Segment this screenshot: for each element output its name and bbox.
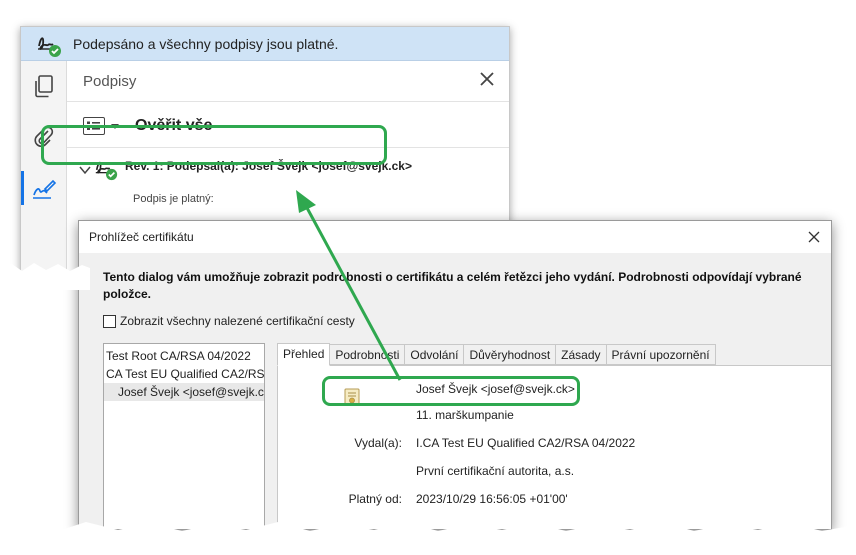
- close-icon[interactable]: [477, 69, 497, 89]
- tab-policies[interactable]: Zásady: [556, 344, 607, 365]
- dialog-title: Prohlížeč certifikátu: [89, 230, 194, 244]
- banner-text: Podepsáno a všechny podpisy jsou platné.: [73, 35, 339, 52]
- highlight-subject-name: [322, 376, 580, 406]
- tree-item-selected[interactable]: Josef Švejk <josef@svejk.ck>: [104, 383, 264, 401]
- dialog-description: Tento dialog vám umožňuje zobrazit podro…: [103, 270, 802, 301]
- signature-status-text: Podpis je platný:: [133, 193, 214, 205]
- dialog-titlebar: Prohlížeč certifikátu: [79, 221, 831, 253]
- panel-title: Podpisy: [83, 73, 137, 90]
- close-icon[interactable]: [805, 228, 823, 246]
- signature-pen-icon[interactable]: [21, 171, 57, 205]
- issuer-label: Vydal(a):: [354, 436, 402, 450]
- tab-legal-notice[interactable]: Právní upozornění: [606, 344, 716, 365]
- valid-signature-icon: [35, 30, 63, 58]
- tab-summary[interactable]: Přehled: [277, 343, 331, 366]
- subject-organization: 11. marškumpanie: [416, 408, 514, 422]
- tab-details[interactable]: Podrobnosti: [330, 344, 406, 365]
- torn-edge: [0, 263, 90, 290]
- torn-edge: [0, 522, 856, 555]
- divider: [67, 101, 509, 102]
- tab-revocation[interactable]: Odvolání: [405, 344, 465, 365]
- tab-bar: Přehled Podrobnosti Odvolání Důvěryhodno…: [277, 343, 716, 366]
- tree-item[interactable]: CA Test EU Qualified CA2/RSA: [104, 365, 264, 383]
- signature-status-banner: Podepsáno a všechny podpisy jsou platné.: [21, 27, 509, 61]
- pages-icon[interactable]: [31, 73, 57, 99]
- issuer-name: I.CA Test EU Qualified CA2/RSA 04/2022: [416, 436, 636, 450]
- tab-trust[interactable]: Důvěryhodnost: [464, 344, 557, 365]
- issuer-organization: První certifikační autorita, a.s.: [416, 464, 575, 478]
- show-all-paths-option[interactable]: Zobrazit všechny nalezené certifikační c…: [103, 314, 355, 328]
- certificate-viewer-dialog: Prohlížeč certifikátu Tento dialog vám u…: [78, 220, 832, 530]
- highlight-revision: [41, 125, 387, 165]
- show-all-paths-checkbox[interactable]: [103, 314, 116, 328]
- show-all-paths-label[interactable]: Zobrazit všechny nalezené certifikační c…: [120, 314, 355, 328]
- tree-item[interactable]: Test Root CA/RSA 04/2022: [104, 347, 264, 365]
